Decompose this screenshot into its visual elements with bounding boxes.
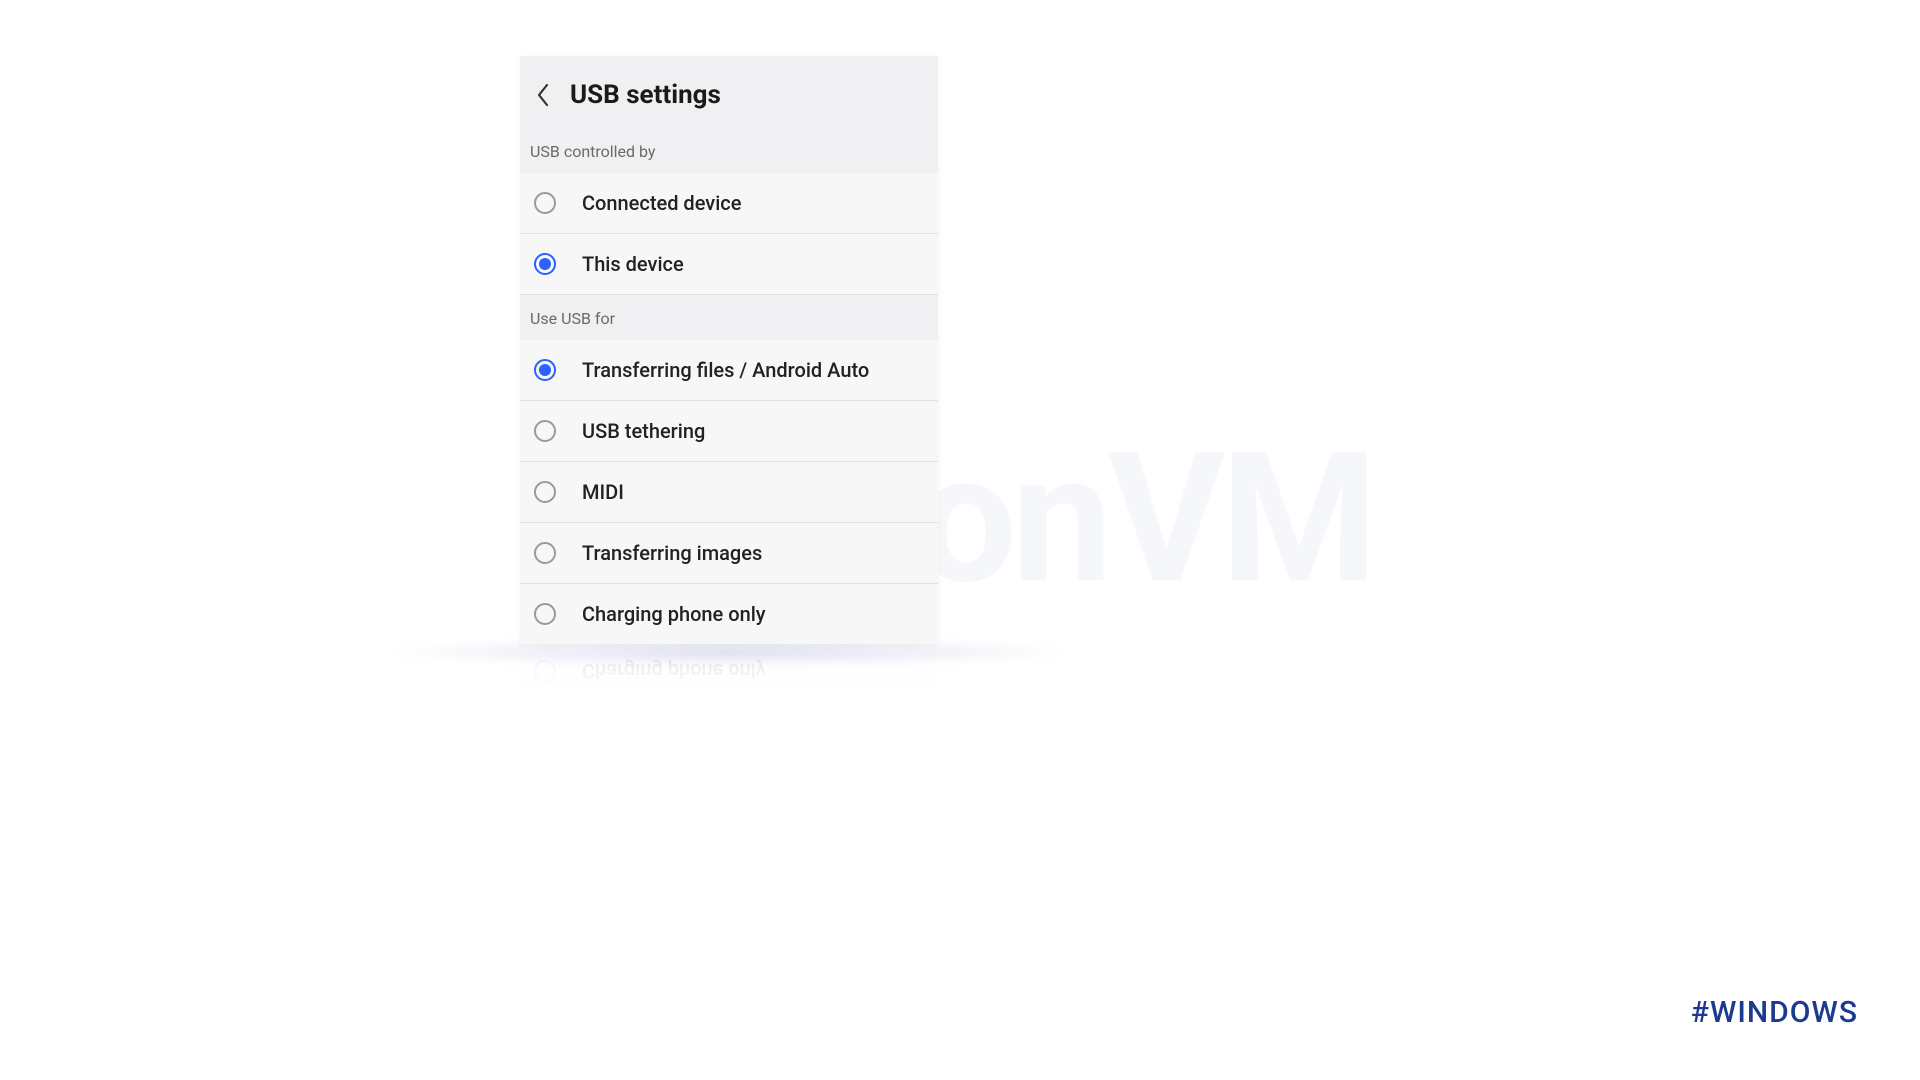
usb-settings-panel: USB settings USB controlled by Connected… xyxy=(520,56,938,644)
option-label: MIDI xyxy=(582,480,624,504)
option-connected-device[interactable]: Connected device xyxy=(520,173,938,234)
option-midi[interactable]: MIDI xyxy=(520,462,938,523)
option-charging-only[interactable]: Charging phone only xyxy=(520,584,938,644)
section-label-use-for: Use USB for xyxy=(520,295,938,340)
radio-icon xyxy=(534,420,556,442)
option-label: This device xyxy=(582,252,684,276)
radio-icon xyxy=(534,603,556,625)
radio-icon xyxy=(534,481,556,503)
radio-icon xyxy=(534,192,556,214)
radio-icon xyxy=(534,542,556,564)
option-label: Connected device xyxy=(582,191,741,215)
back-icon[interactable] xyxy=(534,81,552,109)
hashtag-label: #WINDOWS xyxy=(1691,995,1858,1030)
option-label: Transferring files / Android Auto xyxy=(582,358,869,382)
option-label: USB tethering xyxy=(582,419,705,443)
section-label-controlled-by: USB controlled by xyxy=(520,128,938,173)
radio-icon-selected xyxy=(534,359,556,381)
radio-icon-selected xyxy=(534,253,556,275)
option-usb-tethering[interactable]: USB tethering xyxy=(520,401,938,462)
option-transferring-files[interactable]: Transferring files / Android Auto xyxy=(520,340,938,401)
option-this-device[interactable]: This device xyxy=(520,234,938,295)
option-label: Transferring images xyxy=(582,541,762,565)
option-label: Charging phone only xyxy=(582,602,766,626)
option-transferring-images[interactable]: Transferring images xyxy=(520,523,938,584)
header: USB settings xyxy=(520,56,938,128)
panel-reflection: Charging phone only xyxy=(520,640,938,701)
page-title: USB settings xyxy=(570,80,721,110)
